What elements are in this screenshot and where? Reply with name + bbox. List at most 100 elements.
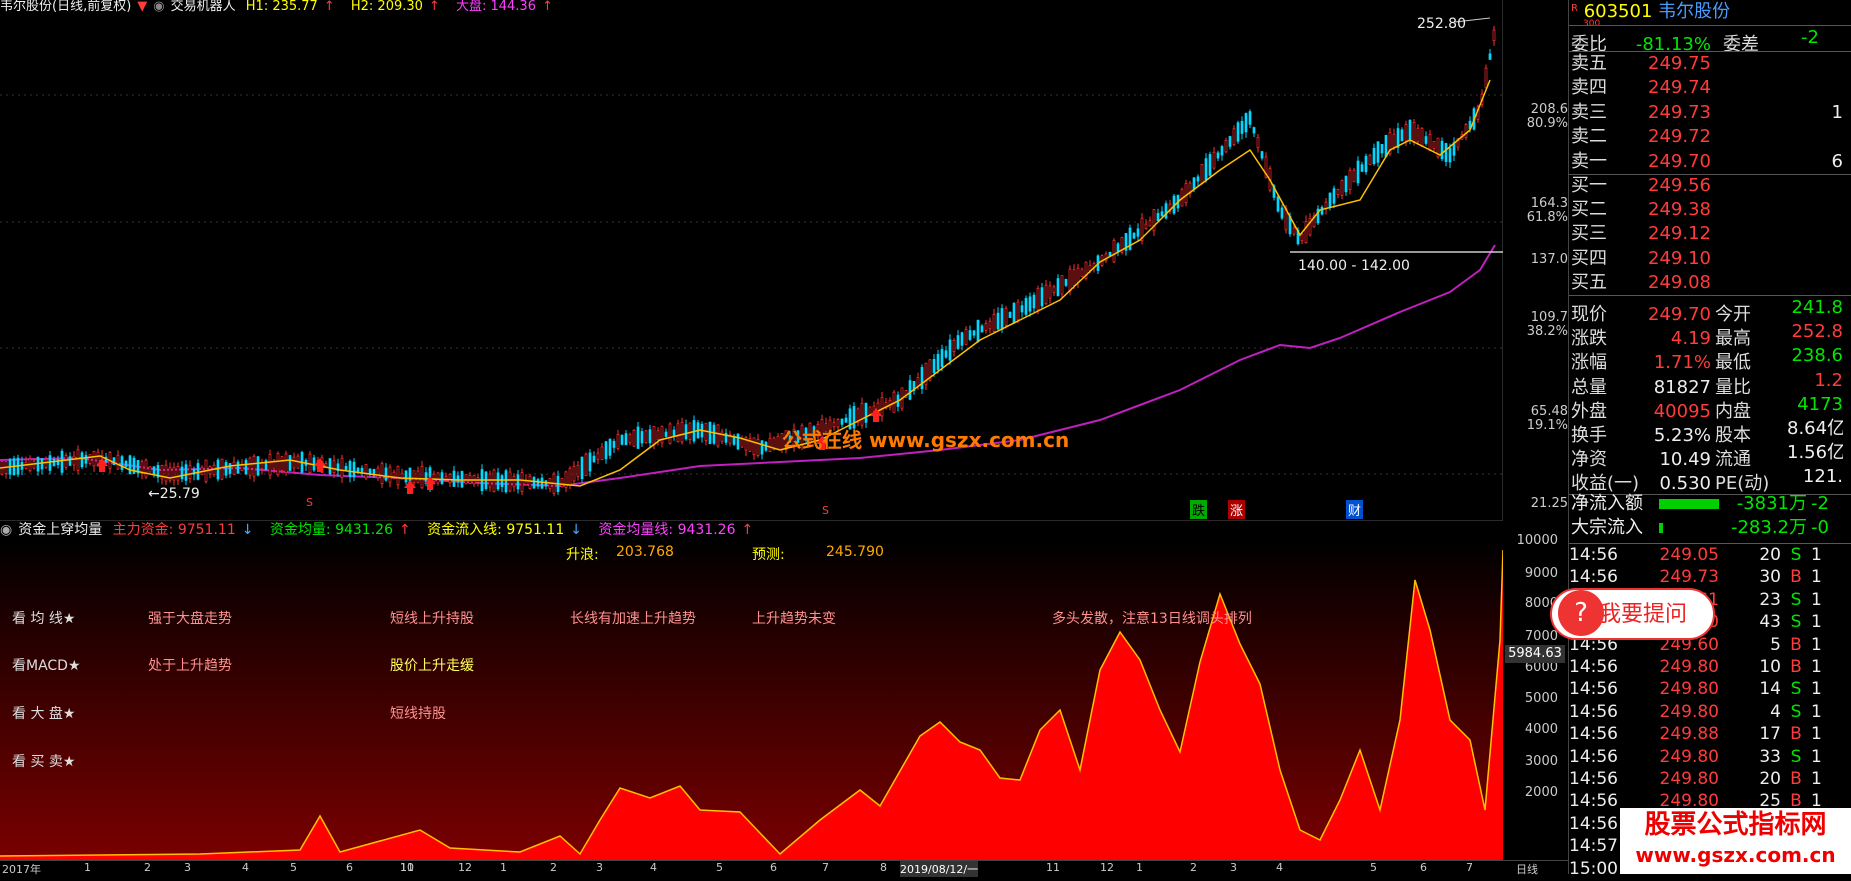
- x-tick-label: 5: [290, 861, 297, 874]
- candle-body: [504, 470, 508, 493]
- x-tick-label: 1: [500, 861, 507, 874]
- order-row[interactable]: 卖五 249.75: [1571, 52, 1843, 76]
- chart-header: 韦尔股份(日线,前复权) ▼ ◉ 交易机器人 H1: 235.77 ↑ H2: 209.…: [0, 0, 565, 14]
- candle-body: [860, 402, 864, 426]
- event-rise-tag[interactable]: 涨: [1228, 500, 1246, 519]
- x-tick-label: 4: [1276, 861, 1283, 874]
- candle-body: [1240, 120, 1244, 134]
- tick-row: 14:56 249.80 10 B 1: [1569, 657, 1822, 677]
- candle-body: [496, 472, 500, 490]
- candle-body: [52, 459, 56, 467]
- ind-axis-7000: 7000: [1524, 629, 1558, 644]
- candle-body: [1196, 176, 1200, 182]
- stock-title[interactable]: 韦尔股份(日线,前复权): [0, 0, 131, 14]
- order-row[interactable]: 买一 249.56: [1571, 174, 1843, 198]
- time-axis: 2017年 1 2 3 4 5 6 10 11 12 1 2 3 4 5 6 7 8 2019/08/12/一 11 1…: [0, 860, 1568, 877]
- candle-body: [1488, 53, 1492, 60]
- candle-body: [1384, 134, 1388, 158]
- candle-body: [436, 472, 440, 484]
- candle-body: [1212, 151, 1216, 169]
- candle-body: [420, 466, 424, 489]
- candle-body: [572, 466, 576, 482]
- order-row[interactable]: 买二 249.38: [1571, 198, 1843, 222]
- candle-body: [668, 423, 672, 444]
- indicator-title[interactable]: 资金上穿均量: [18, 522, 102, 538]
- signal-label-macd: 看MACD★: [12, 658, 81, 674]
- x-tick-label: 7: [1466, 861, 1473, 874]
- x-tick-label: 6: [346, 861, 353, 874]
- candle-body: [768, 438, 772, 452]
- order-row[interactable]: 卖二 249.72: [1571, 125, 1843, 149]
- candle-body: [516, 474, 520, 490]
- tool-label[interactable]: 交易机器人: [171, 0, 236, 14]
- candle-body: [144, 459, 148, 478]
- candle-body: [1136, 228, 1140, 237]
- collapse-icon[interactable]: ◉: [0, 522, 12, 538]
- fund-indicator-chart[interactable]: [0, 520, 1503, 860]
- candle-body: [1060, 275, 1064, 295]
- candle-body: [328, 458, 332, 475]
- candle-body: [576, 464, 580, 477]
- low-label: ←25.79: [148, 486, 200, 502]
- candle-body: [1244, 113, 1248, 133]
- signal-label-ma: 看 均 线★: [12, 611, 76, 627]
- x-tick-label: 6: [1420, 861, 1427, 874]
- candle-body: [216, 459, 220, 480]
- order-row[interactable]: 卖一 249.70 6: [1571, 150, 1843, 174]
- candle-body: [680, 422, 684, 443]
- candle-body: [500, 475, 504, 487]
- order-row[interactable]: 卖四 249.74: [1571, 76, 1843, 100]
- period-label[interactable]: 日线: [1516, 861, 1538, 877]
- candle-body: [1408, 119, 1412, 141]
- signal-text: 多头发散，注意13日线调头排列: [1052, 611, 1252, 627]
- candle-body: [1184, 183, 1188, 203]
- axis-pct-4: 19.1%: [1526, 418, 1568, 433]
- block-inflow-row: 大宗流入 -283.2万 -0: [1571, 517, 1829, 538]
- stat-row: 涨幅 1.71% 最低 238.6: [1571, 345, 1843, 374]
- stat-row: 涨跌 4.19 最高 252.8: [1571, 321, 1843, 350]
- candle-body: [1048, 285, 1052, 299]
- signal-text: 上升趋势未变: [752, 611, 836, 627]
- candle-body: [188, 465, 192, 480]
- h2-value: H2: 209.30 ↑: [350, 0, 440, 14]
- ind-axis-9000: 9000: [1524, 566, 1558, 581]
- x-tick-label: 2017年: [2, 863, 41, 876]
- order-row[interactable]: 买四 249.10: [1571, 247, 1843, 271]
- x-tick-label: 1: [1136, 861, 1143, 874]
- order-row[interactable]: 买三 249.12: [1571, 222, 1843, 246]
- candle-body: [652, 426, 656, 446]
- signal-text: 短线持股: [390, 706, 446, 722]
- event-fall-tag[interactable]: 跌: [1190, 500, 1208, 519]
- candle-body: [1348, 170, 1352, 190]
- candle-body: [1228, 136, 1232, 147]
- candle-body: [632, 429, 636, 447]
- axis-pct-1: 80.9%: [1526, 116, 1568, 131]
- candle-body: [908, 380, 912, 400]
- candle-body: [1032, 294, 1036, 309]
- candle-body: [276, 453, 280, 476]
- price-chart[interactable]: [0, 0, 1503, 520]
- candle-body: [364, 464, 368, 479]
- candle-body: [608, 438, 612, 456]
- tick-row: 14:56 249.05 20 S 1: [1569, 545, 1822, 565]
- candle-body: [604, 441, 608, 460]
- candle-body: [164, 464, 168, 482]
- candle-body: [624, 433, 628, 446]
- event-fin-tag[interactable]: 财: [1346, 500, 1364, 519]
- candle-body: [976, 319, 980, 343]
- range-label: 140.00 - 142.00: [1298, 258, 1410, 274]
- order-row[interactable]: 卖三 249.73 1: [1571, 101, 1843, 125]
- candle-body: [1020, 305, 1024, 313]
- candle-body: [596, 452, 600, 460]
- axis-price-5: 65.48: [1530, 404, 1568, 419]
- stock-name[interactable]: 韦尔股份: [1658, 1, 1730, 22]
- robot-icon[interactable]: ◉: [153, 0, 164, 14]
- candle-body: [1328, 192, 1332, 208]
- fund-avg-value: 资金均量: 9431.26 ↑: [269, 522, 411, 538]
- candle-body: [1004, 308, 1008, 326]
- order-row[interactable]: 买五 249.08: [1571, 271, 1843, 295]
- x-tick-label: 2: [550, 861, 557, 874]
- stat-row: 净资 10.49 流通 1.56亿: [1571, 442, 1843, 471]
- candle-body: [380, 463, 384, 484]
- candle-body: [1300, 233, 1304, 242]
